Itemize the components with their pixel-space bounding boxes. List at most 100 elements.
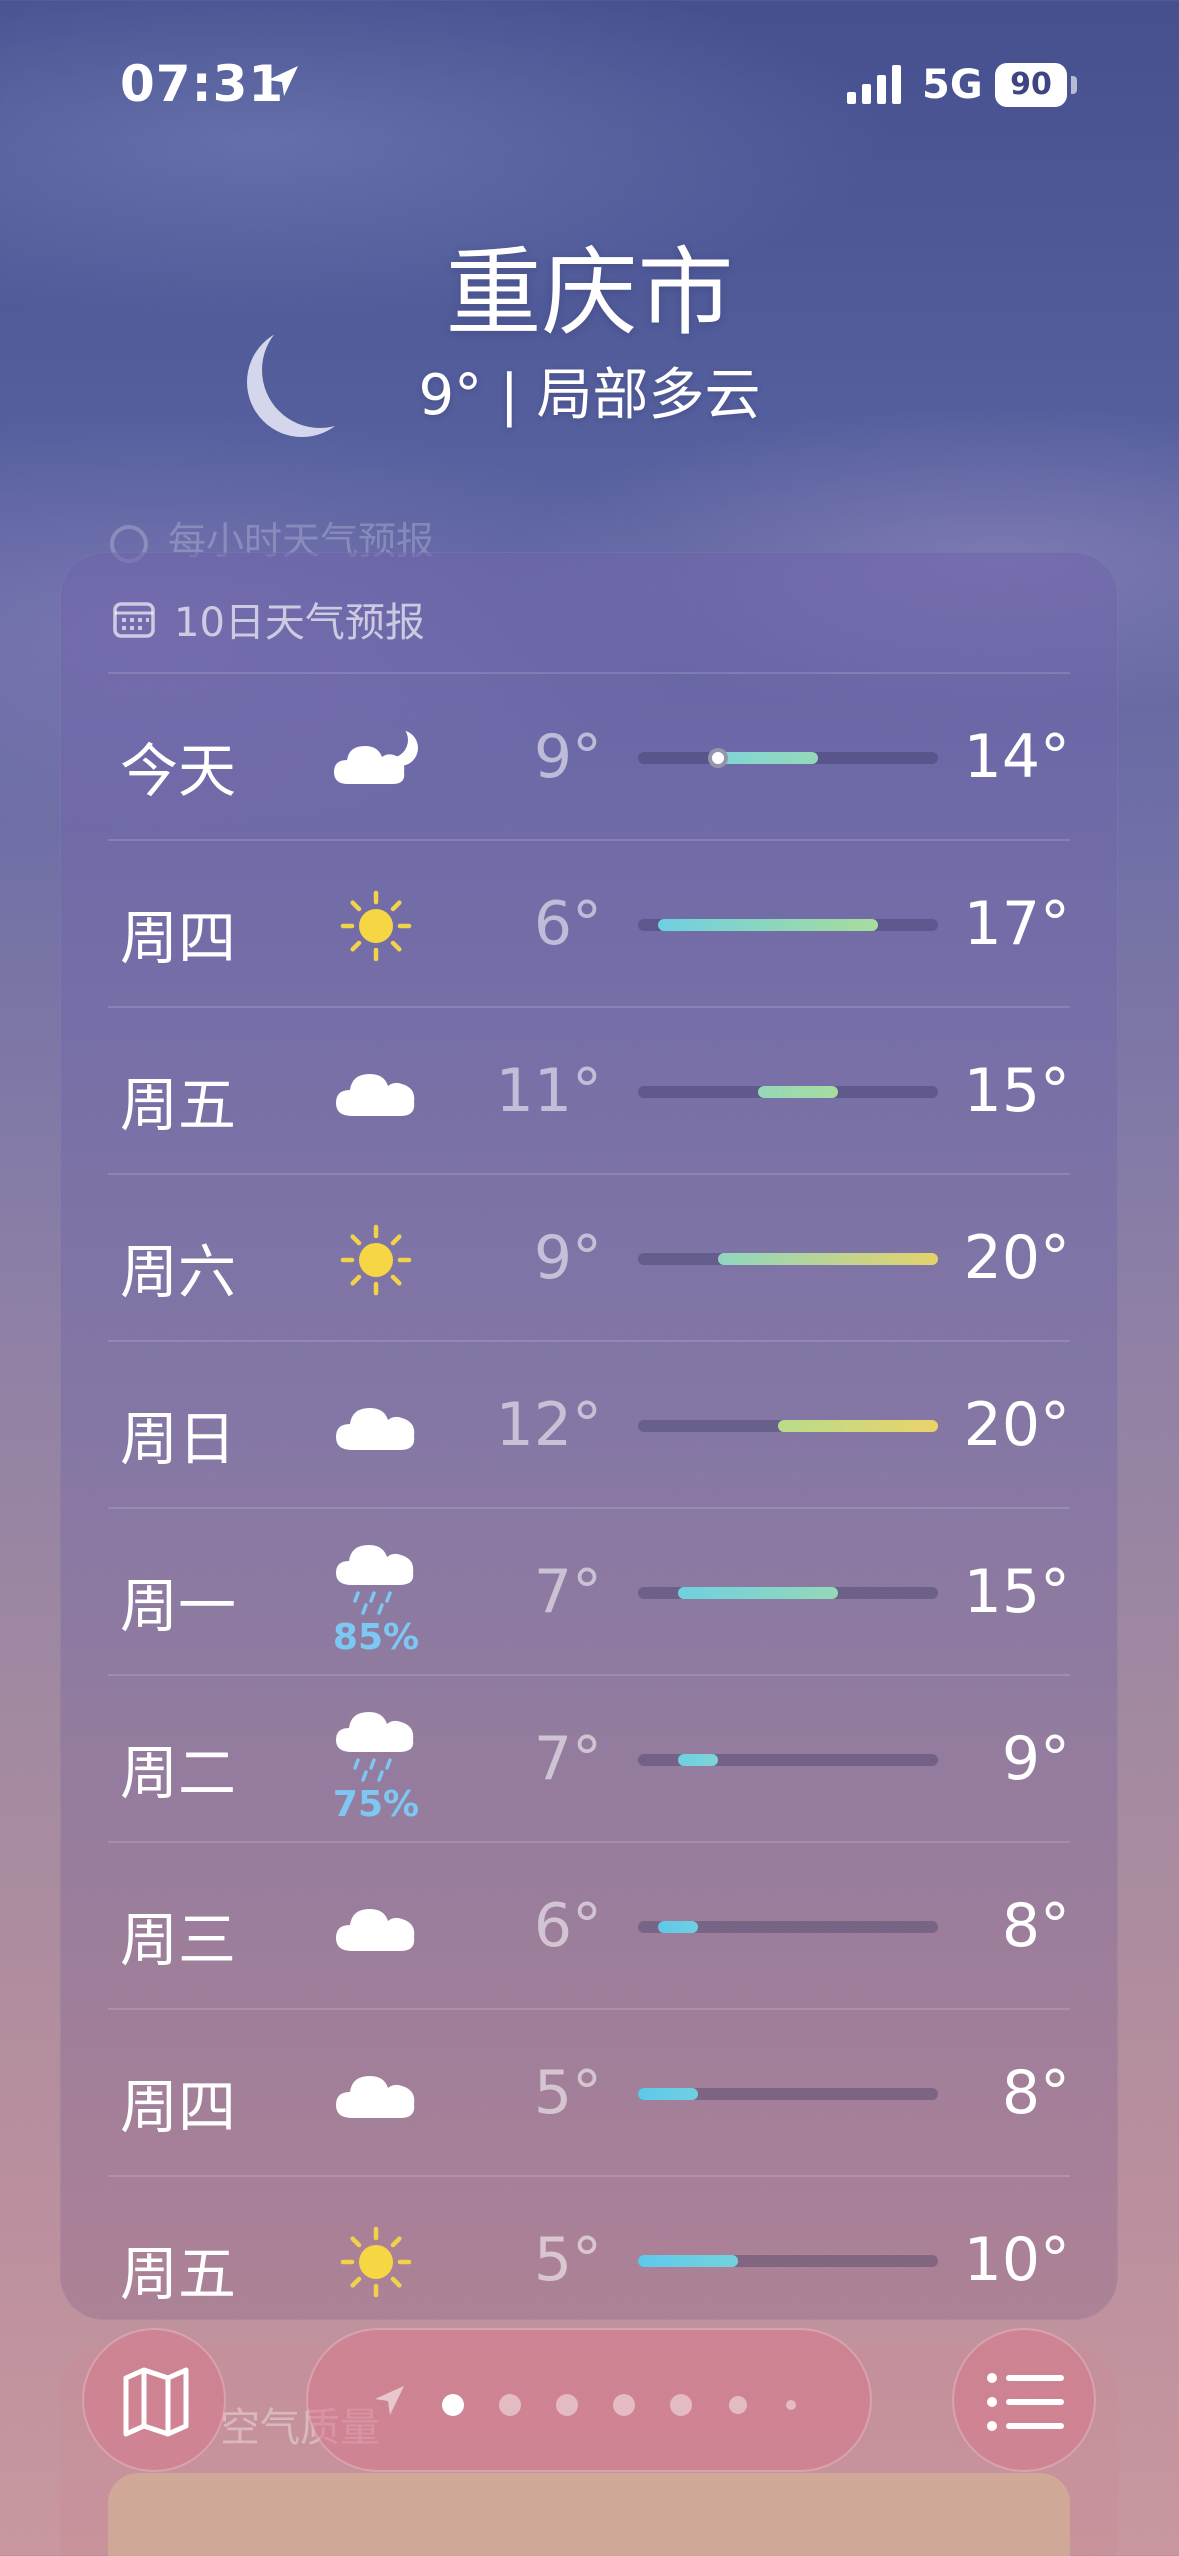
low-temp: 7° — [533, 1557, 602, 1627]
page-dot[interactable] — [729, 2396, 747, 2414]
forecast-row[interactable]: 今天 9° 14° — [108, 672, 1070, 839]
temp-range-fill — [778, 1420, 938, 1432]
temp-range-fill — [678, 1754, 718, 1766]
page-dot[interactable] — [442, 2394, 464, 2416]
high-temp: 10° — [963, 2225, 1070, 2295]
high-temp: 9° — [1001, 1724, 1070, 1794]
status-time: 07:31 — [120, 55, 285, 113]
forecast-row[interactable]: 周一 85% 7° 15° — [108, 1507, 1070, 1674]
map-icon — [123, 2367, 189, 2437]
temp-range-fill — [718, 1253, 938, 1265]
temp-range-fill — [678, 1587, 838, 1599]
city-list-button[interactable] — [952, 2328, 1096, 2472]
partly-cloudy-night-icon — [328, 714, 424, 804]
city-name: 重庆市 — [445, 237, 734, 349]
cloud-icon — [328, 2050, 424, 2140]
forecast-day: 今天 — [120, 737, 237, 805]
temp-range-bar — [638, 1921, 938, 1933]
cloud-icon — [328, 1382, 424, 1472]
high-temp: 15° — [963, 1056, 1070, 1126]
temp-range-bar — [638, 1587, 938, 1599]
temp-range-bar — [638, 1754, 938, 1766]
forecast-day: 周五 — [120, 2240, 237, 2308]
calendar-icon — [113, 602, 155, 638]
forecast-day: 周五 — [120, 1071, 237, 1139]
temp-range-bar — [638, 2255, 938, 2267]
temp-range-fill — [638, 2255, 738, 2267]
forecast-row[interactable]: 周三 6° 8° — [108, 1841, 1070, 2008]
current-location-arrow-icon — [375, 2386, 404, 2415]
low-temp: 9° — [533, 1223, 602, 1293]
precipitation-chance: 75% — [332, 1784, 420, 1825]
page-dot[interactable] — [613, 2394, 635, 2416]
rain-icon — [328, 1702, 424, 1792]
forecast-day: 周一 — [120, 1572, 237, 1640]
forecast-day: 周四 — [120, 904, 237, 972]
status-bar: 07:31 5G 90 — [0, 0, 1179, 170]
rain-icon — [328, 1535, 424, 1625]
high-temp: 15° — [963, 1557, 1070, 1627]
forecast-card-header: 10日天气预报 — [112, 590, 425, 646]
forecast-day: 周日 — [120, 1405, 237, 1473]
sun-icon — [328, 1215, 424, 1305]
temp-range-bar — [638, 1086, 938, 1098]
page-dot[interactable] — [670, 2394, 692, 2416]
forecast-day: 周二 — [120, 1739, 237, 1807]
low-temp: 9° — [533, 722, 602, 792]
temp-range-fill — [638, 2088, 698, 2100]
cellular-signal-icon — [847, 65, 901, 104]
air-quality-map-preview — [108, 2473, 1070, 2556]
high-temp: 20° — [963, 1223, 1070, 1293]
battery-indicator: 90 — [995, 63, 1067, 107]
low-temp: 6° — [533, 1891, 602, 1961]
page-control[interactable] — [306, 2328, 872, 2472]
temp-range-bar — [638, 1253, 938, 1265]
forecast-row[interactable]: 周五 5° 10° — [108, 2175, 1070, 2342]
sun-icon — [328, 2217, 424, 2307]
page-dot[interactable] — [556, 2394, 578, 2416]
forecast-row[interactable]: 周四 6° 17° — [108, 839, 1070, 1006]
page-dot[interactable] — [786, 2400, 796, 2410]
forecast-row[interactable]: 周二 75% 7° 9° — [108, 1674, 1070, 1841]
cloud-icon — [328, 1048, 424, 1138]
precipitation-chance: 85% — [332, 1617, 420, 1658]
forecast-day: 周六 — [120, 1238, 237, 1306]
high-temp: 14° — [963, 722, 1070, 792]
temp-range-bar — [638, 919, 938, 931]
forecast-row[interactable]: 周四 5° 8° — [108, 2008, 1070, 2175]
high-temp: 8° — [1001, 2058, 1070, 2128]
high-temp: 17° — [963, 889, 1070, 959]
temp-range-fill — [718, 752, 818, 764]
forecast-rows: 今天 9° 14° 周四 6° 17° 周五 11° 15° 周六 9° 20° 周日 12° 20° 周一 8… — [108, 672, 1070, 2342]
list-icon — [987, 2373, 1064, 2431]
forecast-day: 周四 — [120, 2073, 237, 2141]
high-temp: 8° — [1001, 1891, 1070, 1961]
forecast-card-title: 10日天气预报 — [174, 600, 425, 646]
map-button[interactable] — [82, 2328, 226, 2472]
forecast-row[interactable]: 周五 11° 15° — [108, 1006, 1070, 1173]
temp-range-fill — [658, 1921, 698, 1933]
low-temp: 5° — [533, 2058, 602, 2128]
temp-range-bar — [638, 2088, 938, 2100]
current-conditions: 9° | 局部多云 — [418, 363, 761, 428]
location-arrow-icon — [268, 66, 298, 96]
sun-icon — [328, 881, 424, 971]
network-type: 5G — [922, 62, 983, 108]
high-temp: 20° — [963, 1390, 1070, 1460]
forecast-day: 周三 — [120, 1906, 237, 1974]
ten-day-forecast-card[interactable]: 10日天气预报 今天 9° 14° 周四 6° 17° 周五 11° 15° 周六 9° 20° 周日 1… — [60, 552, 1118, 2320]
battery-tip — [1071, 76, 1077, 94]
low-temp: 6° — [533, 889, 602, 959]
cloud-icon — [328, 1883, 424, 1973]
temp-range-fill — [658, 919, 878, 931]
low-temp: 7° — [533, 1724, 602, 1794]
forecast-row[interactable]: 周六 9° 20° — [108, 1173, 1070, 1340]
temp-range-fill — [758, 1086, 838, 1098]
current-temp-dot — [708, 748, 728, 768]
page-dot[interactable] — [499, 2394, 521, 2416]
low-temp: 5° — [533, 2225, 602, 2295]
low-temp: 11° — [495, 1056, 602, 1126]
forecast-row[interactable]: 周日 12° 20° — [108, 1340, 1070, 1507]
temp-range-bar — [638, 748, 938, 768]
low-temp: 12° — [495, 1390, 602, 1460]
